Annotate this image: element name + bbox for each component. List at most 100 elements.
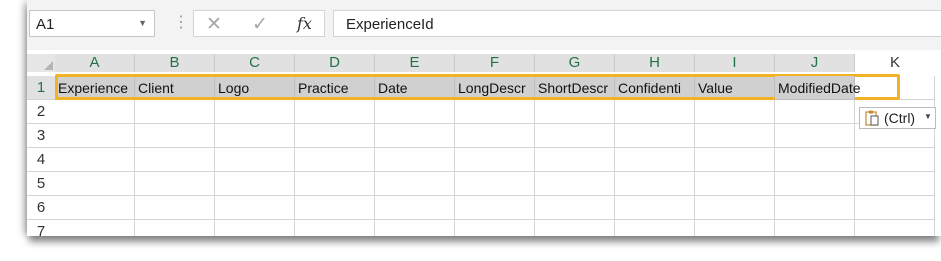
column-header-j[interactable]: J xyxy=(775,54,855,72)
column-header-g[interactable]: G xyxy=(535,54,615,72)
cell-g5[interactable] xyxy=(535,172,615,196)
cell-f5[interactable] xyxy=(455,172,535,196)
cell-i2[interactable] xyxy=(695,100,775,124)
cell-b5[interactable] xyxy=(135,172,215,196)
cell-d3[interactable] xyxy=(295,124,375,148)
cell-h4[interactable] xyxy=(615,148,695,172)
cell-g3[interactable] xyxy=(535,124,615,148)
insert-function-icon[interactable]: fx xyxy=(297,14,312,33)
chevron-down-icon: ▼ xyxy=(924,112,932,121)
cell-a2[interactable] xyxy=(55,100,135,124)
column-header-d[interactable]: D xyxy=(295,54,375,72)
cell-h5[interactable] xyxy=(615,172,695,196)
cell-i6[interactable] xyxy=(695,196,775,220)
cell-k5[interactable] xyxy=(855,172,935,196)
row-header-6[interactable]: 6 xyxy=(27,196,55,220)
cancel-icon[interactable]: ✕ xyxy=(206,13,222,36)
cell-h2[interactable] xyxy=(615,100,695,124)
cell-j2[interactable] xyxy=(775,100,855,124)
cell-e5[interactable] xyxy=(375,172,455,196)
cell-a3[interactable] xyxy=(55,124,135,148)
cell-b2[interactable] xyxy=(135,100,215,124)
cell-g6[interactable] xyxy=(535,196,615,220)
cell-a5[interactable] xyxy=(55,172,135,196)
cell-h6[interactable] xyxy=(615,196,695,220)
cell-c4[interactable] xyxy=(215,148,295,172)
cell-a6[interactable] xyxy=(55,196,135,220)
cell-j5[interactable] xyxy=(775,172,855,196)
cell-b4[interactable] xyxy=(135,148,215,172)
column-header-e[interactable]: E xyxy=(375,54,455,72)
column-header-a[interactable]: A xyxy=(55,54,135,72)
cell-j3[interactable] xyxy=(775,124,855,148)
formula-buttons: ✕ ✓ fx xyxy=(193,10,325,37)
cell-i4[interactable] xyxy=(695,148,775,172)
cell-b6[interactable] xyxy=(135,196,215,220)
cell-c2[interactable] xyxy=(215,100,295,124)
cell-j6[interactable] xyxy=(775,196,855,220)
cell-j7[interactable] xyxy=(775,220,855,236)
chevron-down-icon[interactable]: ▼ xyxy=(138,18,147,28)
column-header-f[interactable]: F xyxy=(455,54,535,72)
formula-value: ExperienceId xyxy=(346,16,434,33)
row-header-1[interactable]: 1 xyxy=(27,76,55,100)
cell-d4[interactable] xyxy=(295,148,375,172)
column-header-c[interactable]: C xyxy=(215,54,295,72)
cell-e3[interactable] xyxy=(375,124,455,148)
cell-g7[interactable] xyxy=(535,220,615,236)
cell-e7[interactable] xyxy=(375,220,455,236)
cell-f7[interactable] xyxy=(455,220,535,236)
cell-c7[interactable] xyxy=(215,220,295,236)
cell-d2[interactable] xyxy=(295,100,375,124)
cell-k6[interactable] xyxy=(855,196,935,220)
enter-icon[interactable]: ✓ xyxy=(252,13,268,36)
cell-h3[interactable] xyxy=(615,124,695,148)
cell-c3[interactable] xyxy=(215,124,295,148)
row-header-3[interactable]: 3 xyxy=(27,124,55,148)
name-box[interactable]: A1 ▼ xyxy=(29,10,155,37)
cell-i5[interactable] xyxy=(695,172,775,196)
row-header-2[interactable]: 2 xyxy=(27,100,55,124)
cell-g4[interactable] xyxy=(535,148,615,172)
formula-bar-area: A1 ▼ ⋮ ✕ ✓ fx ExperienceId xyxy=(27,0,941,50)
paste-options-label: (Ctrl) xyxy=(884,110,916,126)
cell-k4[interactable] xyxy=(855,148,935,172)
cell-c5[interactable] xyxy=(215,172,295,196)
name-box-value: A1 xyxy=(36,16,55,33)
column-header-k[interactable]: K xyxy=(855,54,935,72)
cell-f4[interactable] xyxy=(455,148,535,172)
cell-d7[interactable] xyxy=(295,220,375,236)
cell-e2[interactable] xyxy=(375,100,455,124)
row-highlight-box xyxy=(55,74,900,100)
cell-text: ModifiedDate xyxy=(778,80,861,96)
cell-j4[interactable] xyxy=(775,148,855,172)
cell-c6[interactable] xyxy=(215,196,295,220)
cell-j1[interactable]: ModifiedDate xyxy=(775,76,861,100)
cell-i3[interactable] xyxy=(695,124,775,148)
cell-d6[interactable] xyxy=(295,196,375,220)
row-header-7[interactable]: 7 xyxy=(27,220,55,236)
cell-g2[interactable] xyxy=(535,100,615,124)
cell-a7[interactable] xyxy=(55,220,135,236)
cell-k7[interactable] xyxy=(855,220,935,236)
select-all-button[interactable] xyxy=(27,54,55,72)
cell-b3[interactable] xyxy=(135,124,215,148)
column-header-b[interactable]: B xyxy=(135,54,215,72)
paste-options-button[interactable]: (Ctrl) ▼ xyxy=(859,107,936,129)
cell-f6[interactable] xyxy=(455,196,535,220)
row-header-4[interactable]: 4 xyxy=(27,148,55,172)
formula-input[interactable]: ExperienceId xyxy=(333,10,941,37)
cell-f2[interactable] xyxy=(455,100,535,124)
cell-f3[interactable] xyxy=(455,124,535,148)
cell-h7[interactable] xyxy=(615,220,695,236)
cell-e6[interactable] xyxy=(375,196,455,220)
cell-b7[interactable] xyxy=(135,220,215,236)
column-header-h[interactable]: H xyxy=(615,54,695,72)
cell-e4[interactable] xyxy=(375,148,455,172)
row-header-5[interactable]: 5 xyxy=(27,172,55,196)
cell-i7[interactable] xyxy=(695,220,775,236)
cell-d5[interactable] xyxy=(295,172,375,196)
cell-a4[interactable] xyxy=(55,148,135,172)
clipboard-icon xyxy=(865,110,879,126)
column-header-i[interactable]: I xyxy=(695,54,775,72)
